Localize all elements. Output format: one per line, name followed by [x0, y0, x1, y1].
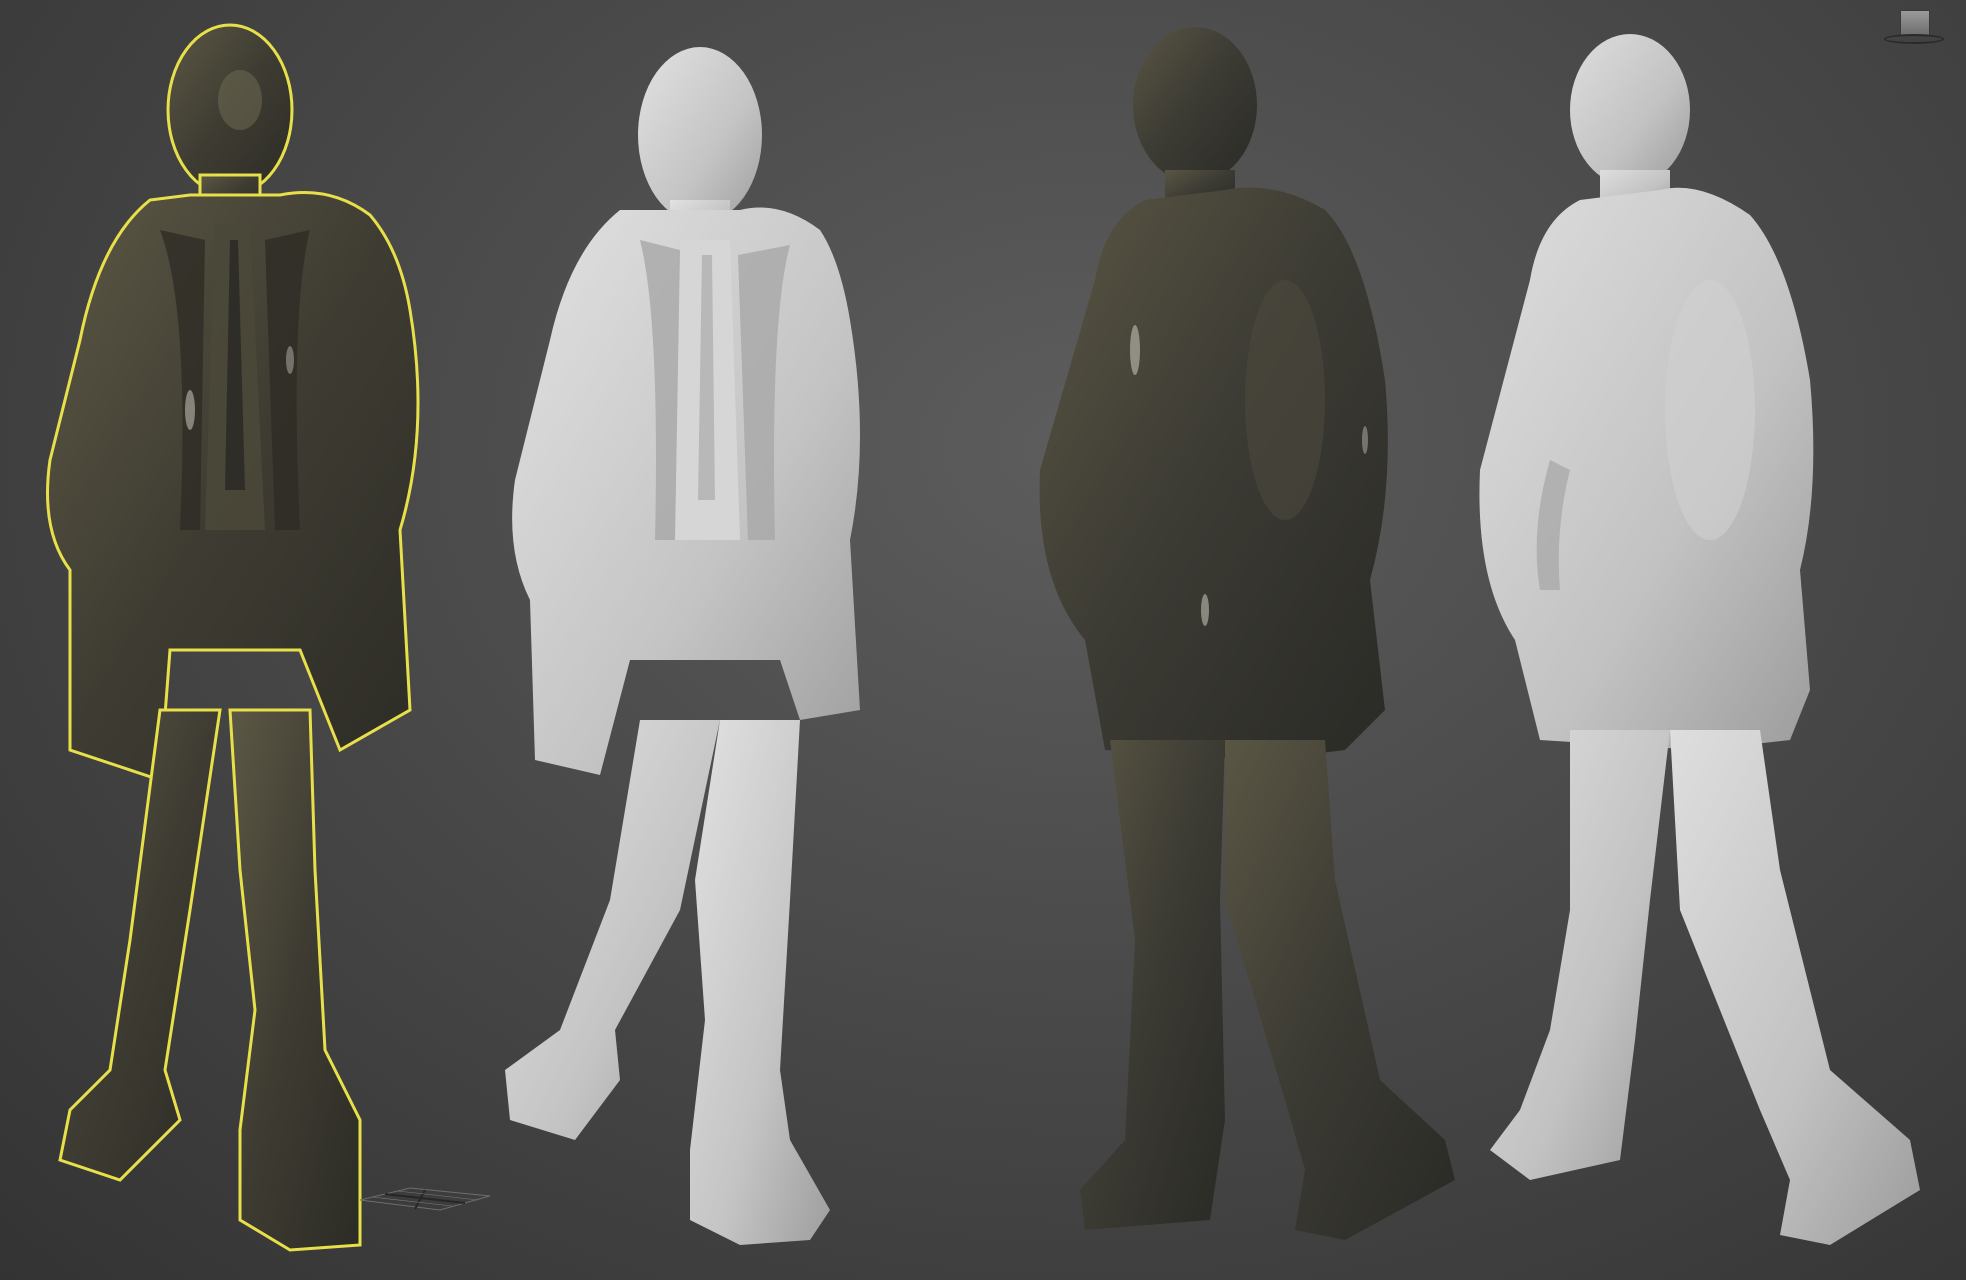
statue-back-bronze[interactable] [1025, 20, 1465, 1260]
statue-front-clay[interactable] [490, 20, 880, 1260]
viewcube-icon[interactable] [1884, 6, 1944, 46]
viewcube-face[interactable] [1900, 10, 1930, 36]
3d-viewport[interactable] [0, 0, 1966, 1280]
statue-back-clay[interactable] [1460, 30, 1940, 1260]
viewcube-compass-ring[interactable] [1884, 34, 1944, 44]
selection-outline [46, 23, 420, 1252]
pivot-grid-icon [359, 1186, 491, 1212]
statue-front-bronze[interactable] [40, 10, 440, 1260]
